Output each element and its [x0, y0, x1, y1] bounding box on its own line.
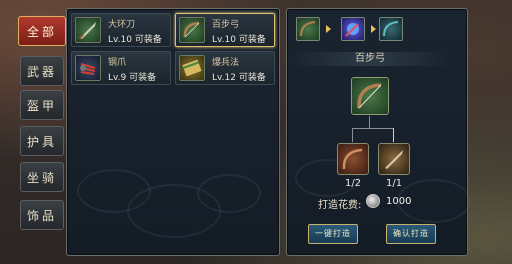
forge-detail-panel — [286, 8, 471, 256]
item-card-selected[interactable]: 百步弓 Lv.10 可装备 — [175, 13, 275, 47]
item-name: 百步弓 — [212, 20, 240, 30]
silver-coin-icon — [366, 194, 380, 208]
scroll-icon — [179, 55, 205, 81]
item-name: 大环刀 — [108, 20, 136, 30]
material-count: 1/1 — [386, 178, 403, 189]
item-title: 百步弓 — [290, 52, 450, 66]
item-card[interactable]: 钢爪 Lv.9 可装备 — [71, 51, 171, 85]
bow-icon — [351, 77, 389, 115]
item-level: Lv.10 可装备 — [108, 35, 162, 45]
cost-label: 打造花费: — [318, 200, 362, 211]
tab-weapons[interactable]: 武器 — [20, 56, 64, 86]
bow-icon — [179, 17, 205, 43]
cost-value: 1000 — [386, 196, 412, 207]
tab-protectors[interactable]: 护具 — [20, 126, 64, 156]
item-level: Lv.12 可装备 — [212, 73, 266, 83]
arrow-right-icon — [371, 25, 376, 33]
confirm-forge-button[interactable]: 确认打造 — [386, 224, 436, 244]
tree-line — [393, 128, 394, 142]
item-card[interactable]: 爆兵法 Lv.12 可装备 — [175, 51, 275, 85]
blade-material-icon[interactable] — [378, 143, 410, 175]
material-count: 1/2 — [345, 178, 362, 189]
cloud-decoration — [197, 174, 261, 213]
tab-accessories[interactable]: 饰品 — [20, 200, 64, 230]
item-list-panel: 大环刀 Lv.10 可装备 百步弓 Lv.10 可装备 钢爪 Lv.9 可装备 … — [66, 8, 280, 256]
item-level: Lv.10 可装备 — [212, 35, 266, 45]
claw-icon — [75, 55, 101, 81]
orb-icon[interactable] — [341, 17, 365, 41]
arrow-right-icon — [326, 25, 331, 33]
bow-material-icon[interactable] — [337, 143, 369, 175]
item-card[interactable]: 大环刀 Lv.10 可装备 — [71, 13, 171, 47]
tree-line — [352, 128, 353, 142]
tab-all[interactable]: 全部 — [18, 16, 66, 46]
tree-line — [352, 128, 394, 129]
quick-forge-button[interactable]: 一键打造 — [308, 224, 358, 244]
tab-mounts[interactable]: 坐骑 — [20, 162, 64, 192]
item-name: 钢爪 — [108, 58, 127, 68]
item-level: Lv.9 可装备 — [108, 73, 157, 83]
tree-line — [369, 116, 370, 128]
bow-icon[interactable] — [296, 17, 320, 41]
bow-upgrade-icon[interactable] — [379, 17, 403, 41]
item-name: 爆兵法 — [212, 58, 240, 68]
sword-icon — [75, 17, 101, 43]
tab-armor[interactable]: 盔甲 — [20, 90, 64, 120]
